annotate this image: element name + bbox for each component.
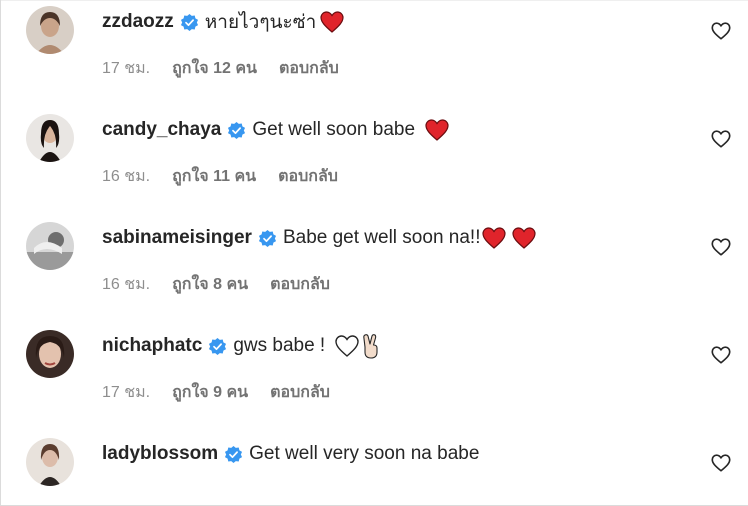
like-count[interactable]: ถูกใจ 9 คน xyxy=(172,380,248,405)
comment-item: zzdaozz หายไวๆนะซ่า 17 ชม. ถูกใจ 12 คน ต… xyxy=(1,0,748,104)
comment-meta: 17 ชม. ถูกใจ 9 คน ตอบกลับ xyxy=(102,380,352,405)
username[interactable]: candy_chaya xyxy=(102,119,221,141)
avatar[interactable] xyxy=(26,114,74,162)
timestamp: 17 ชม. xyxy=(102,60,151,77)
red-heart-icon xyxy=(512,227,537,249)
comments-panel: zzdaozz หายไวๆนะซ่า 17 ชม. ถูกใจ 12 คน ต… xyxy=(0,0,748,506)
red-heart-icon xyxy=(482,227,507,249)
reply-button[interactable]: ตอบกลับ xyxy=(278,164,338,189)
comment-line: nichaphatc gws babe ! xyxy=(102,333,381,359)
verified-badge-icon xyxy=(258,229,277,247)
like-count[interactable]: ถูกใจ 8 คน xyxy=(172,272,248,297)
comment-text: หายไวๆนะซ่า xyxy=(204,12,317,33)
comment-text: gws babe ! xyxy=(233,335,326,356)
comment-item: nichaphatc gws babe ! 17 ชม. ถูกใจ 9 คน … xyxy=(1,320,748,428)
comment-line: sabinameisinger Babe get well soon na!! xyxy=(102,225,537,251)
reply-button[interactable]: ตอบกลับ xyxy=(270,380,330,405)
comment-text: Get well very soon na babe xyxy=(249,443,480,464)
comment-line: ladyblossom Get well very soon na babe xyxy=(102,441,479,467)
red-heart-icon xyxy=(425,119,449,141)
username[interactable]: ladyblossom xyxy=(102,443,218,465)
verified-badge-icon xyxy=(225,445,243,463)
heart-outline-icon[interactable] xyxy=(710,20,732,42)
like-count[interactable]: ถูกใจ 12 คน xyxy=(172,56,257,81)
username[interactable]: zzdaozz xyxy=(102,11,174,33)
comment-meta: 17 ชม. ถูกใจ 12 คน ตอบกลับ xyxy=(102,56,361,81)
comment-text: Babe get well soon na!! xyxy=(282,227,481,248)
comment-item: candy_chaya Get well soon babe 16 ชม. ถู… xyxy=(1,104,748,212)
avatar[interactable] xyxy=(26,6,74,54)
username[interactable]: sabinameisinger xyxy=(102,227,252,249)
avatar[interactable] xyxy=(26,330,74,378)
heart-outline-icon[interactable] xyxy=(710,344,732,366)
heart-outline-icon[interactable] xyxy=(710,452,732,474)
comment-item: ladyblossom Get well very soon na babe xyxy=(1,428,748,504)
comment-line: candy_chaya Get well soon babe xyxy=(102,117,449,143)
verified-badge-icon xyxy=(228,121,246,139)
reply-button[interactable]: ตอบกลับ xyxy=(270,272,330,297)
verified-badge-icon xyxy=(180,13,198,31)
avatar[interactable] xyxy=(26,222,74,270)
heart-outline-icon[interactable] xyxy=(710,236,732,258)
verified-badge-icon xyxy=(209,337,227,355)
timestamp: 17 ชม. xyxy=(102,384,151,401)
white-heart-icon xyxy=(335,335,359,357)
comment-text: Get well soon babe xyxy=(252,119,416,140)
reply-button[interactable]: ตอบกลับ xyxy=(279,56,339,81)
red-heart-icon xyxy=(320,11,344,33)
comment-item: sabinameisinger Babe get well soon na!! … xyxy=(1,212,748,320)
avatar[interactable] xyxy=(26,438,74,486)
like-count[interactable]: ถูกใจ 11 คน xyxy=(172,164,256,189)
comment-meta: 16 ชม. ถูกใจ 11 คน ตอบกลับ xyxy=(102,164,360,189)
timestamp: 16 ชม. xyxy=(102,168,151,185)
heart-outline-icon[interactable] xyxy=(710,128,732,150)
victory-hand-icon xyxy=(363,334,378,359)
timestamp: 16 ชม. xyxy=(102,276,151,293)
username[interactable]: nichaphatc xyxy=(102,335,202,357)
comment-line: zzdaozz หายไวๆนะซ่า xyxy=(102,9,344,35)
comment-meta: 16 ชม. ถูกใจ 8 คน ตอบกลับ xyxy=(102,272,352,297)
